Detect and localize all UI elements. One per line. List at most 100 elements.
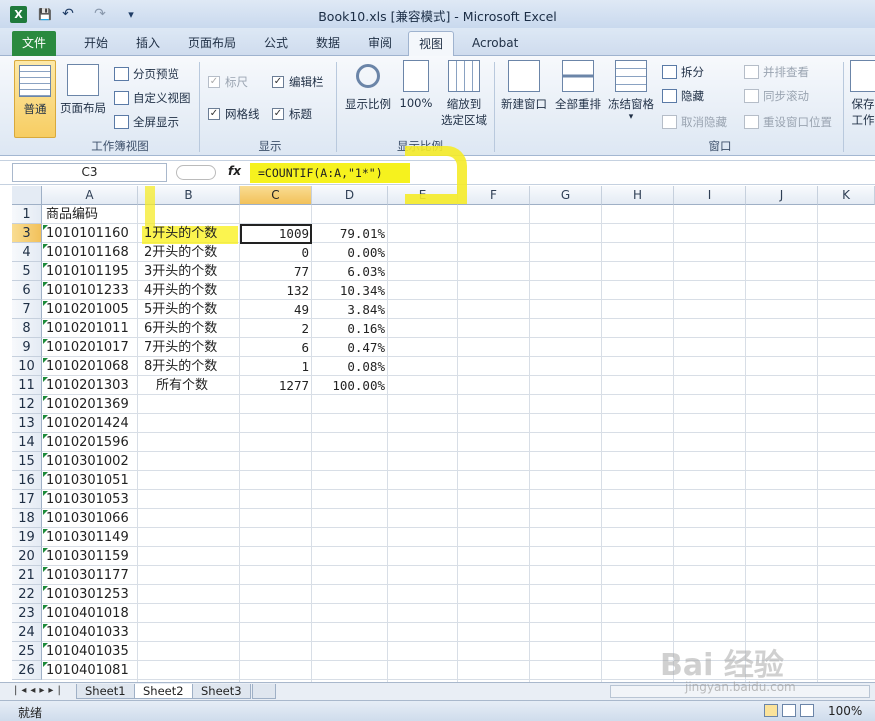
cell-a[interactable]: 1010101168 <box>46 243 138 262</box>
cell-a[interactable]: 1010201017 <box>46 338 138 357</box>
formula-input[interactable]: =COUNTIF(A:A,"1*") <box>250 163 410 183</box>
cell-a[interactable]: 1010401033 <box>46 623 138 642</box>
cell-a[interactable]: 1010401081 <box>46 661 138 680</box>
cell-d[interactable] <box>312 433 388 452</box>
cell-b[interactable] <box>144 414 238 433</box>
tab-sheet3[interactable]: Sheet3 <box>192 684 251 699</box>
select-all-corner[interactable] <box>12 186 42 205</box>
cell-b[interactable] <box>144 585 238 604</box>
tab-acrobat[interactable]: Acrobat <box>462 31 528 56</box>
row-header[interactable]: 25 <box>12 642 42 661</box>
cell-d[interactable]: 0.00% <box>312 243 388 262</box>
cell-d[interactable] <box>312 585 388 604</box>
cell-d[interactable] <box>312 509 388 528</box>
page-layout-view-button[interactable]: 页面布局 <box>58 60 108 116</box>
cell-b[interactable] <box>144 623 238 642</box>
cell-c[interactable] <box>240 566 312 585</box>
cell-c[interactable] <box>240 509 312 528</box>
cell-a[interactable]: 1010101195 <box>46 262 138 281</box>
row-header[interactable]: 21 <box>12 566 42 585</box>
normal-view-button[interactable]: 普通 <box>14 60 56 138</box>
cell-c[interactable]: 0 <box>240 243 312 262</box>
cell-d[interactable]: 0.47% <box>312 338 388 357</box>
cell-d[interactable]: 3.84% <box>312 300 388 319</box>
cell-c[interactable] <box>240 205 312 224</box>
cell-c[interactable] <box>240 414 312 433</box>
cell-d[interactable] <box>312 547 388 566</box>
row-header[interactable]: 16 <box>12 471 42 490</box>
insert-sheet-icon[interactable] <box>252 684 276 699</box>
cell-d[interactable]: 79.01% <box>312 224 388 243</box>
cell-a[interactable]: 1010301253 <box>46 585 138 604</box>
row-header[interactable]: 18 <box>12 509 42 528</box>
cell-d[interactable] <box>312 642 388 661</box>
page-break-status-icon[interactable] <box>800 704 814 717</box>
row-header[interactable]: 3 <box>12 224 42 243</box>
row-header[interactable]: 22 <box>12 585 42 604</box>
cell-d[interactable] <box>312 490 388 509</box>
tab-view[interactable]: 视图 <box>408 31 455 56</box>
cell-b[interactable] <box>144 509 238 528</box>
arrange-all-button[interactable]: 全部重排 <box>552 60 604 112</box>
cell-a[interactable]: 1010301159 <box>46 547 138 566</box>
column-header-a[interactable]: A <box>42 186 138 205</box>
cell-b[interactable] <box>144 471 238 490</box>
tab-page-layout[interactable]: 页面布局 <box>178 31 246 56</box>
cell-b[interactable] <box>144 547 238 566</box>
row-header[interactable]: 20 <box>12 547 42 566</box>
row-header[interactable]: 15 <box>12 452 42 471</box>
ruler-checkbox[interactable]: ✓ 标尺 <box>208 72 248 92</box>
unhide-button[interactable]: 取消隐藏 <box>662 112 727 132</box>
cell-a[interactable]: 1010301002 <box>46 452 138 471</box>
cell-c[interactable] <box>240 623 312 642</box>
cell-b[interactable]: 4开头的个数 <box>144 281 238 300</box>
cell-c[interactable] <box>240 433 312 452</box>
zoom-100-button[interactable]: 100% <box>398 60 434 110</box>
row-header[interactable]: 24 <box>12 623 42 642</box>
cell-c[interactable] <box>240 528 312 547</box>
cell-c[interactable] <box>240 642 312 661</box>
cell-a[interactable]: 1010201369 <box>46 395 138 414</box>
tab-sheet1[interactable]: Sheet1 <box>76 684 135 699</box>
cell-a[interactable]: 1010201596 <box>46 433 138 452</box>
cell-d[interactable] <box>312 471 388 490</box>
cell-b[interactable]: 所有个数 <box>156 376 250 395</box>
cell-c[interactable]: 77 <box>240 262 312 281</box>
formula-bar-dropdown[interactable] <box>176 165 216 180</box>
cell-d[interactable] <box>312 452 388 471</box>
full-screen-button[interactable]: 全屏显示 <box>114 112 179 132</box>
cell-b[interactable] <box>144 528 238 547</box>
tab-review[interactable]: 审阅 <box>358 31 402 56</box>
page-break-preview-button[interactable]: 分页预览 <box>114 64 179 84</box>
cell-a[interactable]: 商品编码 <box>46 205 138 224</box>
cell-b[interactable] <box>144 395 238 414</box>
tab-home[interactable]: 开始 <box>74 31 118 56</box>
freeze-panes-button[interactable]: 冻结窗格 ▾ <box>605 60 657 122</box>
custom-view-button[interactable]: 自定义视图 <box>114 88 191 108</box>
sheet-nav-arrows-icon[interactable]: |◂◂▸▸| <box>14 685 65 696</box>
cell-a[interactable]: 1010201303 <box>46 376 138 395</box>
cell-c[interactable] <box>240 604 312 623</box>
zoom-to-selection-button[interactable]: 缩放到 选定区域 <box>438 60 490 128</box>
cell-d[interactable] <box>312 566 388 585</box>
cell-b[interactable] <box>144 452 238 471</box>
cell-b[interactable] <box>144 433 238 452</box>
column-header-g[interactable]: G <box>530 186 602 205</box>
row-header[interactable]: 14 <box>12 433 42 452</box>
row-header[interactable]: 5 <box>12 262 42 281</box>
name-box[interactable]: C3 <box>12 163 167 182</box>
cell-b[interactable]: 3开头的个数 <box>144 262 238 281</box>
cell-b[interactable] <box>144 642 238 661</box>
tab-insert[interactable]: 插入 <box>126 31 170 56</box>
cell-d[interactable] <box>312 414 388 433</box>
cell-c[interactable] <box>240 547 312 566</box>
column-header-h[interactable]: H <box>602 186 674 205</box>
cell-d[interactable]: 0.08% <box>312 357 388 376</box>
row-header[interactable]: 1 <box>12 205 42 224</box>
cell-b[interactable]: 1开头的个数 <box>144 224 238 243</box>
cell-a[interactable]: 1010201011 <box>46 319 138 338</box>
cell-a[interactable]: 1010101233 <box>46 281 138 300</box>
cell-b[interactable] <box>144 604 238 623</box>
cell-c[interactable]: 1277 <box>240 376 312 395</box>
cell-a[interactable]: 1010301149 <box>46 528 138 547</box>
